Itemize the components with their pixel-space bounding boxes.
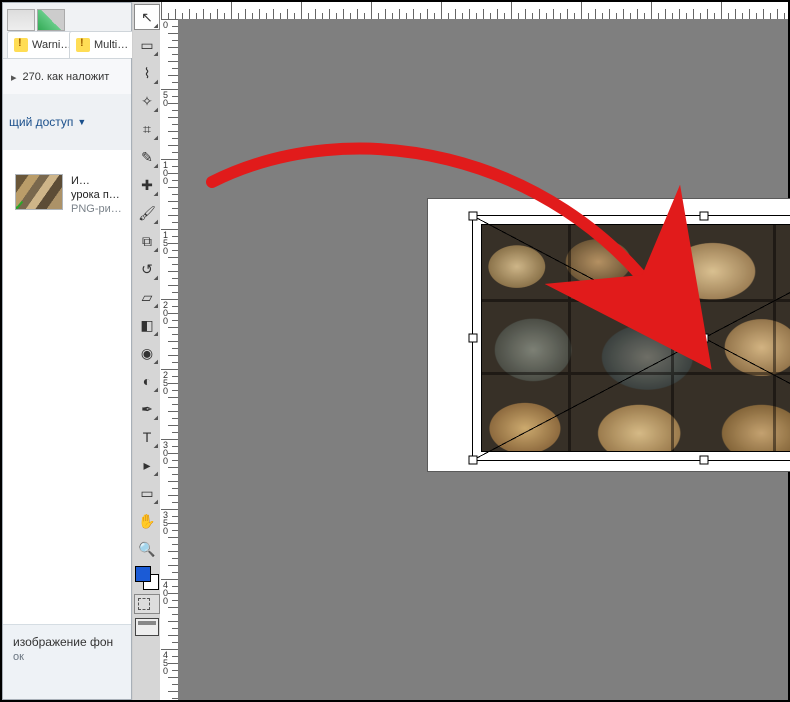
chevron-down-icon: ▼ — [77, 117, 86, 127]
blur-tool[interactable]: ◉ — [134, 340, 160, 366]
dodge-tool[interactable]: ◐ — [134, 368, 160, 394]
tab-thumbnail[interactable] — [7, 9, 35, 31]
flyout-indicator-icon — [154, 80, 158, 84]
ruler-horizontal[interactable] — [161, 2, 788, 20]
history-brush-tool[interactable]: ↺ — [134, 256, 160, 282]
flyout-indicator-icon — [154, 24, 158, 28]
file-type-line: PNG-ри… — [71, 202, 122, 216]
file-name-line: И… — [71, 174, 122, 188]
flyout-indicator-icon — [154, 500, 158, 504]
share-label: щий доступ — [9, 115, 73, 129]
clone-stamp-tool[interactable]: ⧉ — [134, 228, 160, 254]
flyout-indicator-icon — [154, 136, 158, 140]
ruler-tick-label: 50 — [163, 91, 168, 107]
flyout-indicator-icon — [154, 52, 158, 56]
flyout-indicator-icon — [154, 360, 158, 364]
placed-image-transform[interactable] — [482, 225, 790, 451]
hand-tool[interactable]: ✋ — [134, 508, 160, 534]
tab-label: Multi… — [94, 39, 128, 51]
move-tool[interactable]: ↖ — [134, 4, 160, 30]
ruler-tick-label: 150 — [163, 231, 168, 255]
editor-app: ↖▭⌇✧⌗✎✚🖌⧉↺▱◧◉◐✒T▸▭✋🔍 0501001502002503003… — [132, 2, 788, 700]
flyout-indicator-icon — [154, 192, 158, 196]
eyedropper-tool[interactable]: ✎ — [134, 144, 160, 170]
flyout-indicator-icon — [154, 388, 158, 392]
healing-brush-tool[interactable]: ✚ — [134, 172, 160, 198]
magic-wand-tool[interactable]: ✧ — [134, 88, 160, 114]
ruler-tick-label: 100 — [163, 161, 168, 185]
file-list: И… урока п… PNG-ри… — [3, 150, 131, 639]
file-browser-panel: Warni… Multi… ▸ 270. как наложит щий дос… — [2, 2, 132, 700]
file-item[interactable]: И… урока п… PNG-ри… — [15, 174, 125, 216]
toolbox: ↖▭⌇✧⌗✎✚🖌⧉↺▱◧◉◐✒T▸▭✋🔍 — [133, 2, 162, 700]
tab-thumbnails — [7, 9, 67, 29]
footer-line: ок — [13, 651, 121, 663]
chevron-right-icon: ▸ — [11, 71, 17, 84]
pen-tool[interactable]: ✒ — [134, 396, 160, 422]
quick-mask-toggle[interactable] — [134, 594, 160, 614]
flyout-indicator-icon — [154, 276, 158, 280]
tab-thumbnail[interactable] — [37, 9, 65, 31]
ruler-tick-label: 200 — [163, 301, 168, 325]
canvas-area[interactable] — [178, 19, 788, 700]
gradient-tool[interactable]: ◧ — [134, 312, 160, 338]
lasso-tool[interactable]: ⌇ — [134, 60, 160, 86]
type-tool[interactable]: T — [134, 424, 160, 450]
file-browser-footer: изображение фон ок — [3, 624, 131, 699]
file-thumbnail — [15, 174, 63, 210]
eraser-tool[interactable]: ▱ — [134, 284, 160, 310]
warning-icon — [14, 38, 28, 52]
zoom-tool[interactable]: 🔍 — [134, 536, 160, 562]
flyout-indicator-icon — [154, 220, 158, 224]
file-meta: И… урока п… PNG-ри… — [71, 174, 122, 216]
flyout-indicator-icon — [154, 416, 158, 420]
file-browser-tabstrip: Warni… Multi… — [3, 3, 131, 58]
flyout-indicator-icon — [154, 304, 158, 308]
breadcrumb-item: 270. как наложит — [23, 71, 110, 83]
ruler-tick-label: 400 — [163, 581, 168, 605]
flyout-indicator-icon — [154, 332, 158, 336]
checkmark-icon — [15, 199, 26, 210]
ruler-tick-label: 0 — [163, 21, 168, 29]
crop-tool[interactable]: ⌗ — [134, 116, 160, 142]
flyout-indicator-icon — [154, 248, 158, 252]
flyout-indicator-icon — [154, 472, 158, 476]
tab-label: Warni… — [32, 39, 71, 51]
ruler-tick-label: 350 — [163, 511, 168, 535]
ruler-vertical[interactable]: 0 50 100 150 200 250 300 350 400 450 — [161, 19, 179, 700]
warning-icon — [76, 38, 90, 52]
path-selection-tool[interactable]: ▸ — [134, 452, 160, 478]
share-menu[interactable]: щий доступ ▼ — [9, 115, 86, 129]
screen-mode-button[interactable] — [135, 618, 159, 636]
flyout-indicator-icon — [154, 444, 158, 448]
placed-image[interactable] — [482, 225, 790, 451]
color-swatches[interactable] — [135, 566, 159, 590]
ruler-tick-label: 250 — [163, 371, 168, 395]
foreground-color-swatch[interactable] — [135, 566, 151, 582]
breadcrumb[interactable]: ▸ 270. как наложит — [3, 58, 131, 96]
flyout-indicator-icon — [154, 164, 158, 168]
shape-tool[interactable]: ▭ — [134, 480, 160, 506]
footer-line: изображение фон — [13, 635, 121, 649]
file-browser-toolbar: щий доступ ▼ — [3, 94, 131, 151]
file-name-line: урока п… — [71, 188, 122, 202]
brush-tool[interactable]: 🖌 — [134, 200, 160, 226]
ruler-tick-label: 450 — [163, 651, 168, 675]
ruler-tick-label: 300 — [163, 441, 168, 465]
tab-multi[interactable]: Multi… — [69, 31, 141, 58]
flyout-indicator-icon — [154, 108, 158, 112]
marquee-tool[interactable]: ▭ — [134, 32, 160, 58]
